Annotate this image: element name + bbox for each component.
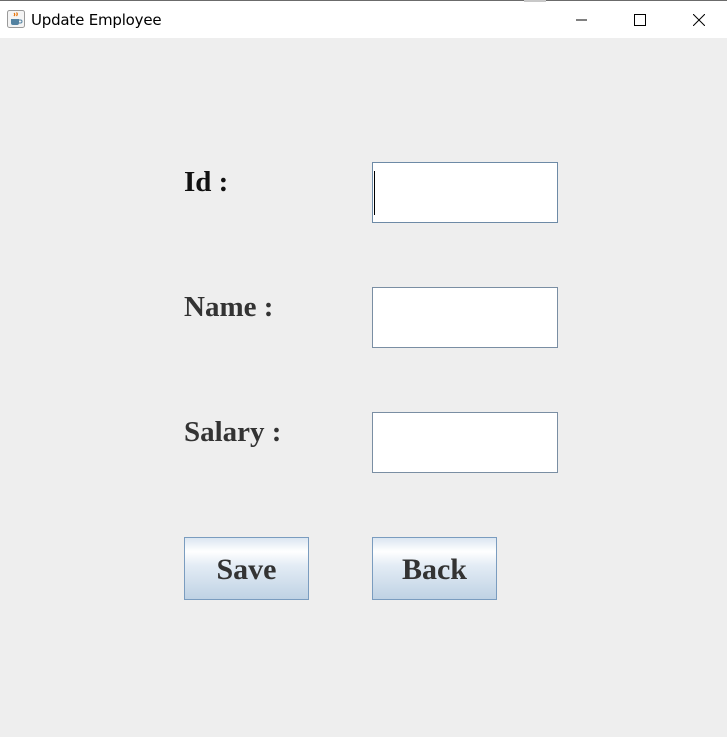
close-button[interactable] <box>676 1 722 39</box>
name-field[interactable] <box>372 287 558 348</box>
java-cup-icon[interactable] <box>7 10 25 28</box>
window-title: Update Employee <box>31 11 162 29</box>
salary-field[interactable] <box>372 412 558 473</box>
id-label: Id : <box>184 166 229 198</box>
text-caret <box>374 171 375 215</box>
minimize-button[interactable] <box>559 1 605 39</box>
save-button[interactable]: Save <box>184 537 309 600</box>
salary-label: Salary : <box>184 416 282 448</box>
form-panel: Id : Name : Salary : Save Back <box>0 38 727 737</box>
maximize-button[interactable] <box>617 1 663 39</box>
id-field[interactable] <box>372 162 558 223</box>
maximize-icon <box>634 14 646 26</box>
close-icon <box>693 14 705 26</box>
title-bar-edge <box>524 0 546 2</box>
title-bar[interactable]: Update Employee <box>0 0 727 38</box>
back-button[interactable]: Back <box>372 537 497 600</box>
name-label: Name : <box>184 291 274 323</box>
minimize-icon <box>576 19 587 21</box>
